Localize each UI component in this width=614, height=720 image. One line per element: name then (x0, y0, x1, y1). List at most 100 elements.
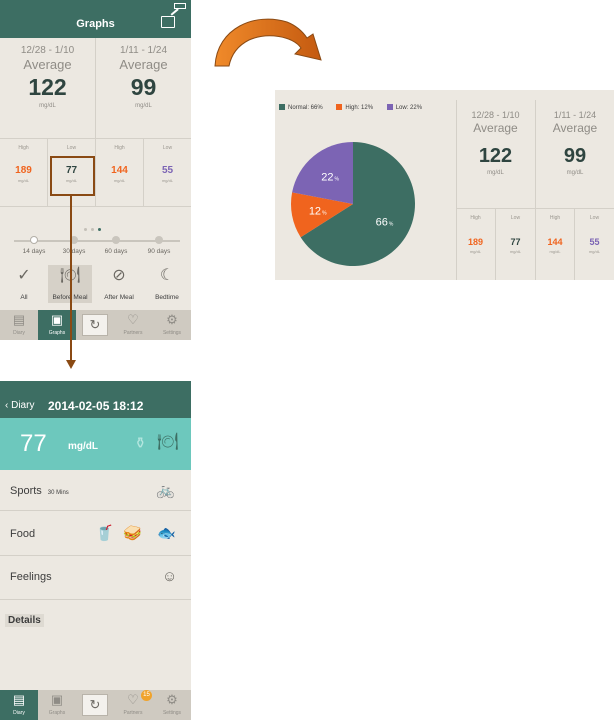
tab-bar: ▤ Diary ▣ Graphs ↻ ♡ Partners 15 ⚙ Setti… (0, 690, 191, 720)
sports-row[interactable]: Sports 30 Mins (10, 485, 69, 497)
row-label: Feelings (10, 571, 52, 583)
high-cell[interactable]: High 144 mg/dL (96, 145, 143, 183)
meal-label: All (20, 294, 28, 301)
low-cell[interactable]: Low 55 mg/dL (575, 215, 614, 254)
tab-bar: ▤ Diary ▣ Graphs ↻ ♡ Partners ⚙ Settings (0, 310, 191, 340)
legend-swatch (279, 104, 285, 110)
period-2-summary: 1/11 - 1/24 Average 99 mg/dL (536, 110, 614, 176)
cell-value: 55 (161, 165, 174, 176)
entry-datetime: 2014-02-05 18:12 (48, 399, 144, 413)
legend-label: High: 12% (345, 105, 374, 111)
cell-value: 144 (111, 165, 128, 176)
period-1-summary: 12/28 - 1/10 Average 122 mg/dL (0, 45, 95, 109)
legend-swatch (386, 104, 393, 110)
tab-sync[interactable]: ↻ (76, 310, 114, 340)
period-1-summary: 12/28 - 1/10 Average 122 mg/dL (456, 110, 535, 176)
tab-partners[interactable]: ♡ Partners 15 (114, 690, 152, 720)
days-option[interactable]: 60 days (98, 248, 134, 255)
page-indicator (82, 218, 103, 236)
unit-label: mg/dL (135, 103, 152, 109)
food-row[interactable]: Food (10, 528, 35, 540)
period-range: 1/11 - 1/24 (119, 45, 168, 56)
gear-icon: ⚙ (166, 312, 178, 327)
smiley-icon[interactable]: ☺ (162, 568, 177, 585)
medicine-bottle-icon: ⚱ (134, 435, 147, 452)
tab-settings[interactable]: ⚙ Settings (153, 690, 191, 720)
divider (0, 510, 191, 511)
page-dot (91, 228, 94, 231)
page-dot-active (98, 228, 101, 231)
tab-label: Partners (123, 330, 143, 336)
cell-label: Low (162, 145, 173, 151)
average-value: 122 (478, 145, 513, 167)
divider (0, 206, 191, 207)
tab-label: Diary (13, 330, 25, 336)
fish-icon[interactable]: 🐟 (157, 524, 176, 542)
diary-icon: ▤ (12, 312, 26, 327)
unit-label: mg/dL (487, 170, 504, 176)
days-option[interactable]: 30 days (56, 248, 92, 255)
cell-value: 77 (510, 237, 521, 247)
diary-nav-bar: ‹ Diary 2014-02-05 18:12 (0, 381, 191, 418)
tab-partners[interactable]: ♡ Partners (114, 310, 152, 340)
bicycle-icon[interactable]: 🚲 (156, 481, 175, 499)
drink-icon[interactable]: 🥤 (95, 524, 114, 542)
tab-label: Diary (13, 710, 25, 716)
tab-label: Settings (162, 330, 182, 336)
legend-swatch (336, 104, 343, 110)
details-row[interactable]: Details (5, 614, 44, 627)
days-slider-stop[interactable] (112, 236, 120, 244)
low-cell[interactable]: Low 55 mg/dL (144, 145, 191, 183)
sandwich-icon[interactable]: 🥪 (123, 524, 142, 542)
cell-value: 55 (589, 237, 600, 247)
average-label: Average (23, 57, 72, 72)
heart-icon: ♡ (127, 312, 139, 327)
period-range: 12/28 - 1/10 (471, 110, 520, 120)
reading-banner[interactable]: 77 mg/dL ⚱ 🍽 (0, 418, 191, 470)
high-cell[interactable]: High 189 mg/dL (0, 145, 47, 183)
chart-legend: Normal: 66% High: 12% Low: 22% (279, 104, 434, 111)
tab-label: Partners (123, 710, 143, 716)
meal-filter-bedtime[interactable]: ☾ Bedtime (145, 265, 189, 303)
checkmark-icon: ✓ (17, 267, 31, 284)
refresh-icon: ↻ (82, 314, 108, 336)
cell-label: High (549, 215, 561, 221)
connector-arrow-head (66, 360, 76, 369)
high-cell[interactable]: High 144 mg/dL (536, 215, 574, 254)
legend-item-low: Low: 22% (386, 104, 422, 111)
share-icon[interactable] (161, 16, 175, 28)
tab-settings[interactable]: ⚙ Settings (153, 310, 191, 340)
cell-label: High (470, 215, 481, 221)
tab-graphs[interactable]: ▣ Graphs (38, 690, 76, 720)
tab-label: Graphs (48, 710, 66, 716)
row-sublabel: 30 Mins (47, 490, 69, 496)
days-option[interactable]: 90 days (141, 248, 177, 255)
days-option[interactable]: 14 days (16, 248, 52, 255)
unit-label: mg/dL (566, 170, 584, 176)
days-slider-knob[interactable] (30, 236, 38, 244)
tab-sync[interactable]: ↻ (76, 690, 114, 720)
low-cell[interactable]: Low 77 mg/dL (496, 215, 535, 254)
meal-filter-all[interactable]: ✓ All (2, 265, 46, 303)
cell-value: 144 (547, 237, 563, 247)
cell-unit: mg/dL (549, 249, 561, 254)
meal-filter-after-meal[interactable]: ⊘ After Meal (97, 265, 141, 303)
tab-diary[interactable]: ▤ Diary (0, 310, 38, 340)
cell-label: Low (589, 215, 600, 221)
feelings-row[interactable]: Feelings (10, 571, 52, 583)
days-slider-stop[interactable] (155, 236, 163, 244)
back-label: Diary (11, 400, 35, 411)
legend-item-normal: Normal: 66% (279, 104, 323, 111)
back-button[interactable]: ‹ Diary (5, 400, 34, 411)
cell-value: 189 (15, 165, 32, 176)
curved-arrow-icon (214, 18, 322, 67)
divider (0, 599, 191, 600)
notification-badge: 15 (141, 690, 152, 701)
high-cell[interactable]: High 189 mg/dL (456, 215, 495, 254)
cell-label: High (114, 145, 125, 151)
tab-diary[interactable]: ▤ Diary (0, 690, 38, 720)
row-label: Details (8, 615, 41, 626)
average-value: 99 (563, 145, 587, 167)
cell-label: Low (510, 215, 521, 221)
cell-unit: mg/dL (588, 249, 601, 254)
